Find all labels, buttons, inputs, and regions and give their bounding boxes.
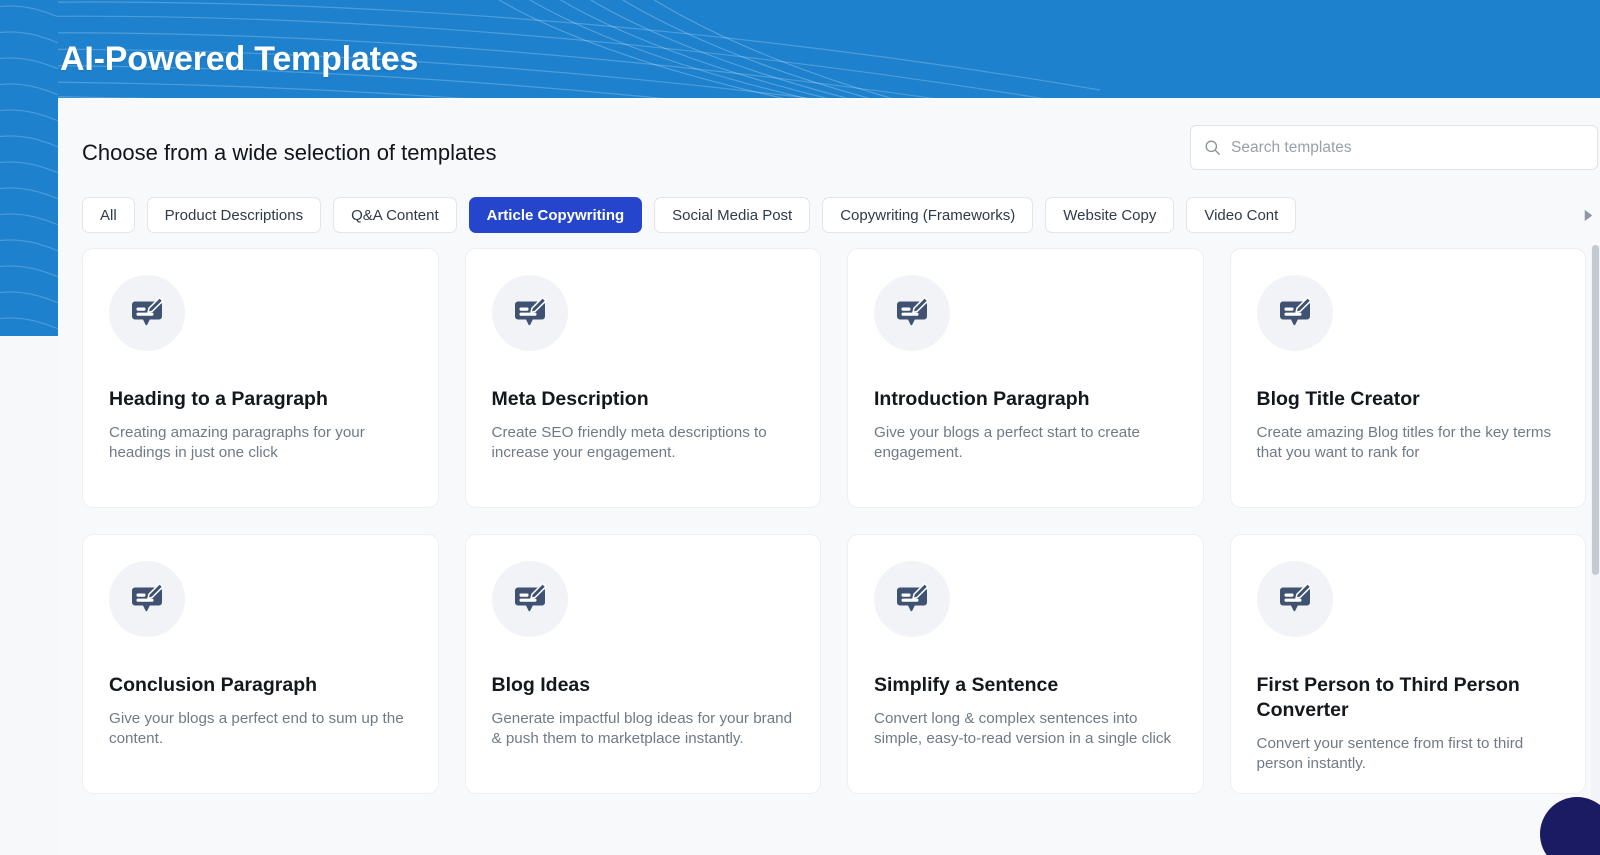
page-header-banner: AI-Powered Templates xyxy=(0,0,1600,98)
panel-header: Choose from a wide selection of template… xyxy=(58,98,1600,186)
template-card-description: Create SEO friendly meta descriptions to… xyxy=(492,423,795,463)
template-card-description: Give your blogs a perfect end to sum up … xyxy=(109,709,412,749)
category-tab-5[interactable]: Copywriting (Frameworks) xyxy=(822,197,1033,233)
search-input[interactable] xyxy=(1231,139,1585,157)
template-card[interactable]: Heading to a Paragraph Creating amazing p… xyxy=(82,248,439,508)
template-card-description: Create amazing Blog titles for the key t… xyxy=(1257,423,1560,463)
category-tabs: All Product Descriptions Q&A Content Articl… xyxy=(58,186,1600,244)
panel-subtitle: Choose from a wide selection of template… xyxy=(82,140,497,166)
chat-edit-icon xyxy=(1275,579,1315,619)
template-card-title: Heading to a Paragraph xyxy=(109,387,412,412)
template-card-title: Blog Ideas xyxy=(492,673,795,698)
search-icon xyxy=(1203,138,1222,157)
chat-edit-icon xyxy=(1275,293,1315,333)
chat-edit-icon xyxy=(510,579,550,619)
template-card[interactable]: Meta Description Create SEO friendly meta… xyxy=(465,248,822,508)
template-card-icon xyxy=(492,561,568,637)
vertical-scrollbar-track[interactable] xyxy=(1591,245,1600,855)
template-card-icon xyxy=(1257,561,1333,637)
template-card-description: Give your blogs a perfect start to creat… xyxy=(874,423,1177,463)
search-box[interactable] xyxy=(1190,125,1598,170)
template-card-title: First Person to Third Person Converter xyxy=(1257,673,1560,723)
chat-edit-icon xyxy=(127,579,167,619)
template-card-title: Meta Description xyxy=(492,387,795,412)
chat-edit-icon xyxy=(892,293,932,333)
chat-edit-icon xyxy=(892,579,932,619)
template-card-icon xyxy=(874,561,950,637)
chat-edit-icon xyxy=(510,293,550,333)
template-card[interactable]: First Person to Third Person Converter Co… xyxy=(1230,534,1587,794)
template-card-icon xyxy=(109,275,185,351)
chat-edit-icon xyxy=(127,293,167,333)
category-tab-4[interactable]: Social Media Post xyxy=(654,197,810,233)
category-tab-2[interactable]: Q&A Content xyxy=(333,197,457,233)
template-card[interactable]: Simplify a Sentence Convert long & comple… xyxy=(847,534,1204,794)
category-tab-6[interactable]: Website Copy xyxy=(1045,197,1174,233)
template-card[interactable]: Introduction Paragraph Give your blogs a … xyxy=(847,248,1204,508)
templates-panel: Choose from a wide selection of template… xyxy=(58,98,1600,855)
template-card[interactable]: Conclusion Paragraph Give your blogs a pe… xyxy=(82,534,439,794)
template-card-description: Convert long & complex sentences into si… xyxy=(874,709,1177,749)
template-card-title: Conclusion Paragraph xyxy=(109,673,412,698)
template-card-description: Convert your sentence from first to thir… xyxy=(1257,734,1560,774)
page-title: AI-Powered Templates xyxy=(60,40,418,79)
vertical-scrollbar-thumb[interactable] xyxy=(1592,245,1599,575)
category-tab-3[interactable]: Article Copywriting xyxy=(469,197,643,233)
template-card-icon xyxy=(492,275,568,351)
template-card-icon xyxy=(109,561,185,637)
templates-grid: Heading to a Paragraph Creating amazing p… xyxy=(82,248,1586,794)
template-card-description: Generate impactful blog ideas for your b… xyxy=(492,709,795,749)
template-card-title: Blog Title Creator xyxy=(1257,387,1560,412)
template-card-icon xyxy=(874,275,950,351)
template-card-title: Simplify a Sentence xyxy=(874,673,1177,698)
template-card[interactable]: Blog Title Creator Create amazing Blog ti… xyxy=(1230,248,1587,508)
category-tab-0[interactable]: All xyxy=(82,197,135,233)
template-card-icon xyxy=(1257,275,1333,351)
rail-decorative-lines xyxy=(0,0,58,336)
template-card-description: Creating amazing paragraphs for your hea… xyxy=(109,423,412,463)
category-tabs-strip[interactable]: All Product Descriptions Q&A Content Articl… xyxy=(82,196,1576,234)
template-card[interactable]: Blog Ideas Generate impactful blog ideas … xyxy=(465,534,822,794)
templates-scroll-area[interactable]: Heading to a Paragraph Creating amazing p… xyxy=(58,248,1600,855)
page-root: AI-Powered Templates Choose xyxy=(0,0,1600,855)
category-tab-1[interactable]: Product Descriptions xyxy=(147,197,321,233)
template-card-title: Introduction Paragraph xyxy=(874,387,1177,412)
tabs-next-button[interactable] xyxy=(1576,196,1600,234)
header-left-rail xyxy=(0,0,58,336)
chevron-right-icon xyxy=(1581,208,1596,223)
category-tab-7[interactable]: Video Cont xyxy=(1186,197,1296,233)
